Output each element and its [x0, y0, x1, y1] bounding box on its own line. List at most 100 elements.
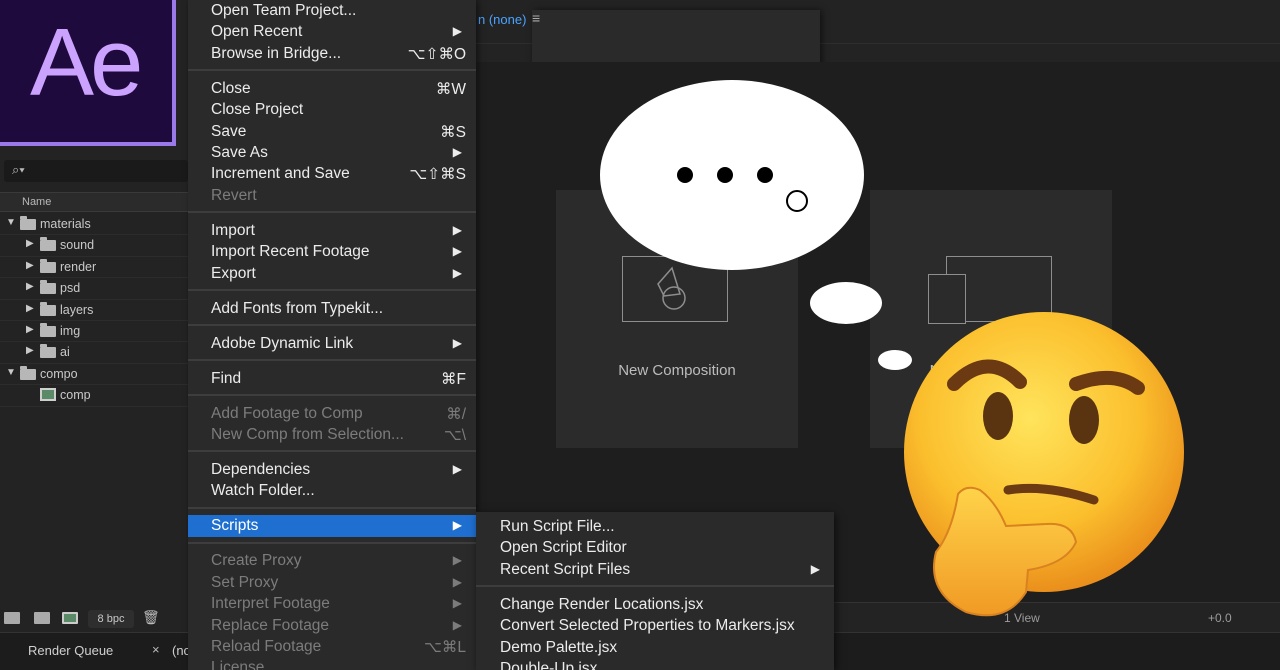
menu-item-find[interactable]: Find ⌘F: [188, 368, 476, 389]
tree-item[interactable]: ▶ psd: [0, 278, 188, 300]
menu-item-interpret-footage[interactable]: Interpret Footage ▶: [188, 593, 476, 614]
tree-item-label: psd: [60, 281, 81, 296]
tree-item[interactable]: ▶ sound: [0, 235, 188, 257]
menu-item-set-proxy[interactable]: Set Proxy ▶: [188, 572, 476, 593]
menu-item-reload-footage[interactable]: Reload Footage ⌥⌘L: [188, 636, 476, 657]
collapse-triangle-icon[interactable]: ▶: [26, 260, 34, 271]
tree-item-label: compo: [40, 366, 78, 381]
folder-icon: [40, 344, 56, 359]
folder-icon: [40, 280, 56, 295]
menu-item-increment-and-save[interactable]: Increment and Save ⌥⇧⌘S: [188, 163, 476, 184]
tree-item-label: sound: [60, 238, 95, 253]
menu-separator: [476, 585, 834, 588]
project-search-input[interactable]: ⌕▾: [4, 160, 188, 182]
collapse-triangle-icon[interactable]: ▶: [26, 345, 34, 356]
ellipsis-dot: [717, 167, 733, 183]
tree-item[interactable]: ▶ render: [0, 257, 188, 279]
submenu-item-label: Recent Script Files: [500, 560, 631, 578]
menu-item-license[interactable]: License...: [188, 657, 476, 670]
menu-item-close[interactable]: Close ⌘W: [188, 78, 476, 99]
menu-item-label: Create Proxy: [211, 552, 302, 570]
collapse-triangle-icon[interactable]: ▶: [26, 303, 34, 314]
menu-item-label: Close: [211, 79, 251, 97]
close-icon[interactable]: ×: [152, 642, 160, 657]
folder-icon: [40, 258, 56, 273]
submenu-item[interactable]: Convert Selected Properties to Markers.j…: [476, 615, 834, 636]
menu-item-save-as[interactable]: Save As ▶: [188, 142, 476, 163]
menu-item-adobe-dynamic-link[interactable]: Adobe Dynamic Link ▶: [188, 333, 476, 354]
composition-name[interactable]: n (none): [478, 12, 526, 27]
tree-item[interactable]: ▶ img: [0, 321, 188, 343]
new-composition-icon[interactable]: [62, 612, 78, 624]
interpret-footage-icon[interactable]: [4, 612, 20, 624]
menu-item-shortcut: ⌥⇧⌘O: [407, 45, 466, 63]
submenu-item[interactable]: Open Script Editor: [476, 537, 834, 558]
ellipsis-dot: [677, 167, 693, 183]
folder-icon: [20, 365, 36, 380]
menu-item-label: Increment and Save: [211, 165, 350, 183]
expand-triangle-icon[interactable]: ▼: [6, 367, 16, 378]
tree-item-label: render: [60, 259, 97, 274]
submenu-item-label: Open Script Editor: [500, 539, 627, 557]
expand-triangle-icon[interactable]: ▼: [6, 217, 16, 228]
submenu-item[interactable]: Run Script File...: [476, 516, 834, 537]
submenu-item[interactable]: Recent Script Files ▶: [476, 559, 834, 580]
thought-bubble-large: [600, 80, 864, 270]
tree-item-label: ai: [60, 345, 70, 360]
menu-item-add-fonts-from-typekit[interactable]: Add Fonts from Typekit...: [188, 298, 476, 319]
trash-icon[interactable]: 🗑: [142, 609, 160, 626]
menu-separator: [188, 324, 476, 326]
menu-item-revert[interactable]: Revert: [188, 185, 476, 206]
menu-item-add-footage-to-comp[interactable]: Add Footage to Comp ⌘/: [188, 403, 476, 424]
menu-item-label: Reload Footage: [211, 638, 322, 655]
menu-separator: [188, 450, 476, 453]
submenu-item[interactable]: Double-Up.jsx: [476, 658, 834, 670]
menu-item-import[interactable]: Import ▶: [188, 220, 476, 241]
menu-item-open-recent[interactable]: Open Recent ▶: [188, 21, 476, 42]
menu-item-replace-footage[interactable]: Replace Footage ▶: [188, 615, 476, 636]
menu-item-label: Find: [211, 369, 242, 387]
menu-item-close-project[interactable]: Close Project: [188, 99, 476, 120]
render-queue-tab[interactable]: Render Queue: [28, 643, 113, 658]
menu-item-open-team-project[interactable]: Open Team Project...: [188, 0, 476, 21]
menu-item-export[interactable]: Export ▶: [188, 263, 476, 284]
collapse-triangle-icon[interactable]: ▶: [26, 324, 34, 335]
submenu-arrow-icon: ▶: [452, 335, 462, 350]
menu-item-browse-in-bridge[interactable]: Browse in Bridge... ⌥⇧⌘O: [188, 43, 476, 64]
menu-item-save[interactable]: Save ⌘S: [188, 121, 476, 142]
menu-item-shortcut: ⌘W: [435, 80, 466, 98]
tree-item[interactable]: ▶ ai: [0, 342, 188, 364]
collapse-triangle-icon[interactable]: ▶: [26, 281, 34, 292]
bit-depth-button[interactable]: 8 bpc: [88, 610, 134, 628]
menu-item-import-recent-footage[interactable]: Import Recent Footage ▶: [188, 241, 476, 262]
column-header-name[interactable]: Name: [0, 192, 188, 212]
menu-item-label: Watch Folder...: [211, 482, 315, 500]
tree-item[interactable]: ▼ compo: [0, 364, 188, 386]
submenu-item[interactable]: Demo Palette.jsx: [476, 637, 834, 658]
menu-item-label: Save: [211, 122, 247, 140]
menu-item-scripts[interactable]: Scripts ▶: [188, 515, 476, 537]
submenu-arrow-icon: ▶: [452, 265, 462, 280]
menu-separator: [188, 506, 476, 509]
submenu-arrow-icon: ▶: [452, 518, 462, 533]
menu-item-create-proxy[interactable]: Create Proxy ▶: [188, 550, 476, 571]
submenu-arrow-icon: ▶: [452, 574, 462, 589]
menu-item-label: Close Project: [211, 101, 304, 119]
collapse-triangle-icon[interactable]: ▶: [26, 238, 34, 249]
submenu-item[interactable]: Change Render Locations.jsx: [476, 594, 834, 615]
menu-item-dependencies[interactable]: Dependencies ▶: [188, 459, 476, 480]
tree-item[interactable]: ▼ materials: [0, 214, 188, 236]
tree-item[interactable]: comp: [0, 385, 188, 407]
menu-separator: [188, 211, 476, 214]
menu-item-shortcut: ⌥\: [443, 427, 466, 444]
tree-item[interactable]: ▶ layers: [0, 300, 188, 321]
new-folder-icon[interactable]: [34, 612, 50, 624]
menu-item-label: Replace Footage: [211, 616, 330, 634]
menu-item-label: Set Proxy: [211, 573, 279, 591]
menu-item-shortcut: ⌥⌘L: [424, 639, 466, 656]
exposure-value[interactable]: +0.0: [1208, 611, 1232, 625]
menu-item-watch-folder[interactable]: Watch Folder...: [188, 480, 476, 501]
menu-item-new-comp-from-selection[interactable]: New Comp from Selection... ⌥\: [188, 424, 476, 445]
tree-item-label: layers: [60, 302, 94, 317]
submenu-arrow-icon: ▶: [810, 561, 820, 576]
